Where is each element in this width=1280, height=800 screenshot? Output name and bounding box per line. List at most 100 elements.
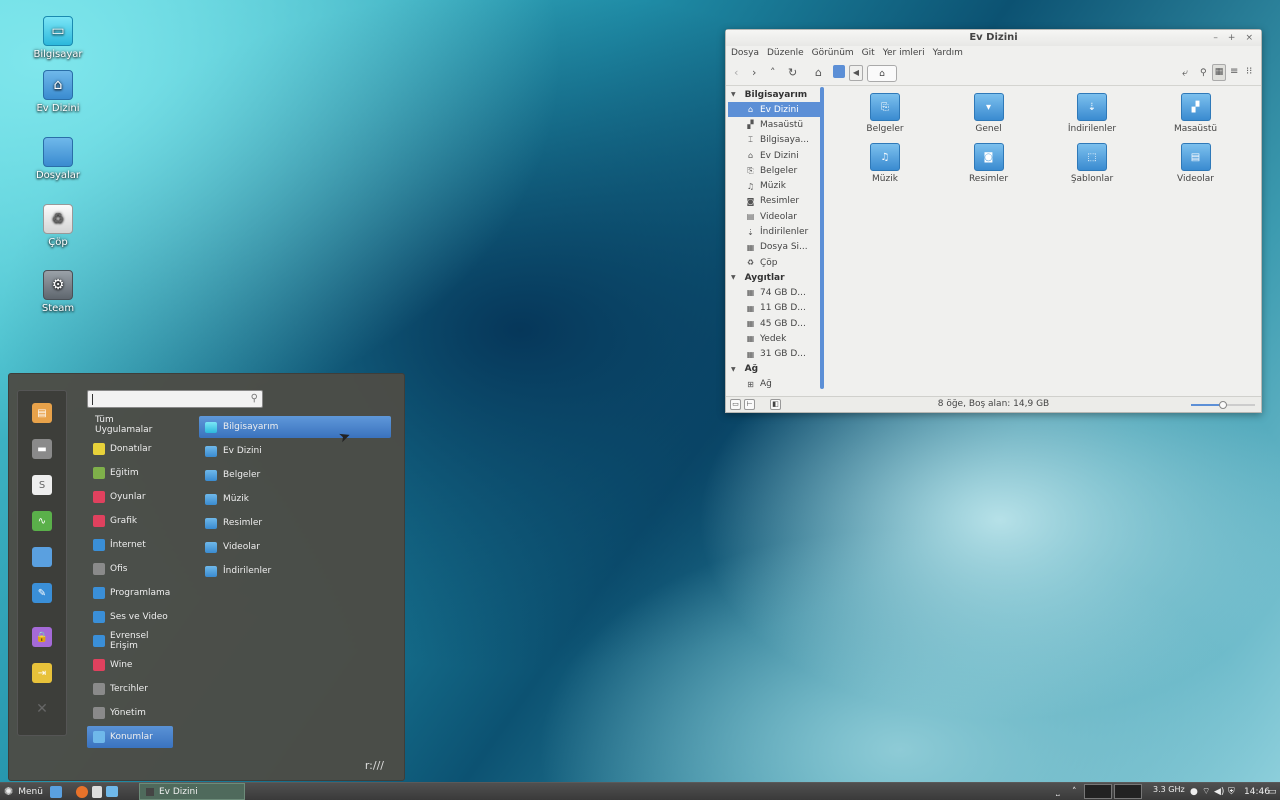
sidebar-item[interactable]: ⎘ Belgeler	[728, 163, 824, 178]
sidebar-scrollbar[interactable]	[820, 87, 824, 389]
menu-go[interactable]: Git	[862, 46, 875, 60]
category-item[interactable]: Oyunlar	[87, 486, 173, 508]
zoom-slider-knob[interactable]	[1219, 401, 1227, 409]
category-item[interactable]: İnternet	[87, 534, 173, 556]
notifications-icon[interactable]: ▭	[1268, 783, 1277, 800]
category-item[interactable]: Eğitim	[87, 462, 173, 484]
desktop-icon-trash[interactable]: ♻ Çöp	[22, 204, 94, 248]
window-titlebar[interactable]: Ev Dizini – + ×	[726, 30, 1261, 46]
quit-icon[interactable]: ✕	[32, 699, 52, 719]
category-item[interactable]: Evrensel Erişim	[87, 630, 173, 652]
category-item[interactable]: Ses ve Video	[87, 606, 173, 628]
minimize-button[interactable]: –	[1213, 30, 1218, 46]
back-icon[interactable]: ‹	[734, 66, 738, 79]
tray-up-icon[interactable]: ˄	[1072, 783, 1077, 800]
terminal-icon[interactable]: ⤶	[1182, 66, 1188, 80]
file-item[interactable]: ⬚ Şablonlar	[1052, 143, 1132, 184]
sidebar-item[interactable]: ▦ Dosya Si...	[728, 240, 824, 255]
search-icon[interactable]: ⚲	[1200, 68, 1207, 78]
desktop-icon-steam[interactable]: ⚙ Steam	[22, 270, 94, 314]
category-item[interactable]: Tüm Uygulamalar	[87, 414, 173, 436]
sidebar-item[interactable]: ⊞ Ağ	[728, 377, 824, 392]
notes-icon[interactable]: ✎	[32, 583, 52, 603]
file-item[interactable]: ▞ Masaüstü	[1156, 93, 1236, 134]
file-item[interactable]: ⎘ Belgeler	[845, 93, 925, 134]
path-left-icon[interactable]: ◀	[849, 65, 863, 81]
sidebar-item[interactable]: ▦ 11 GB D...	[728, 301, 824, 316]
show-places-icon[interactable]: ▭	[730, 399, 741, 410]
menu-bookmarks[interactable]: Yer imleri	[883, 46, 925, 60]
drive-icon[interactable]: ▬	[32, 439, 52, 459]
lock-icon[interactable]: 🔒	[32, 627, 52, 647]
category-item[interactable]: Yönetim	[87, 702, 173, 724]
text-editor-icon[interactable]: S	[32, 475, 52, 495]
place-item[interactable]: Resimler	[199, 512, 391, 534]
show-tree-icon[interactable]: ⊢	[744, 399, 755, 410]
network-icon[interactable]: ⌔	[1202, 783, 1210, 800]
place-item[interactable]: Müzik	[199, 488, 391, 510]
place-item[interactable]: Ev Dizini	[199, 440, 391, 462]
menu-file[interactable]: Dosya	[731, 46, 759, 60]
volume-icon[interactable]: ◀)	[1214, 783, 1224, 800]
sidebar-item[interactable]: ▦ 74 GB D...	[728, 285, 824, 300]
archive-icon[interactable]: ▤	[32, 403, 52, 423]
sidebar-item[interactable]: ▦ Yedek	[728, 331, 824, 346]
sidebar-item[interactable]: ▦ 31 GB D...	[728, 346, 824, 361]
clock[interactable]: 14:46	[1244, 783, 1270, 800]
category-item[interactable]: Wine	[87, 654, 173, 676]
path-home-button[interactable]: ⌂	[867, 65, 897, 82]
sidebar-section-header[interactable]: ▼ Aygıtlar	[728, 270, 824, 285]
file-item[interactable]: ◙ Resimler	[949, 143, 1029, 184]
place-item[interactable]: Bilgisayarım	[199, 416, 391, 438]
zoom-slider[interactable]	[1191, 401, 1255, 409]
update-shield-icon[interactable]: ⛨	[1228, 783, 1235, 800]
category-item[interactable]: Programlama	[87, 582, 173, 604]
menu-edit[interactable]: Düzenle	[767, 46, 804, 60]
menu-button[interactable]: ✺ Menü	[4, 783, 43, 800]
place-item[interactable]: İndirilenler	[199, 560, 391, 582]
category-item[interactable]: Grafik	[87, 510, 173, 532]
menu-help[interactable]: Yardım	[933, 46, 963, 60]
reload-icon[interactable]: ↻	[788, 66, 797, 79]
category-item[interactable]: Ofis	[87, 558, 173, 580]
up-icon[interactable]: ˄	[770, 66, 776, 79]
desktop-icon-home[interactable]: ⌂ Ev Dizini	[22, 70, 94, 114]
category-item[interactable]: Donatılar	[87, 438, 173, 460]
icon-view-button[interactable]: ▦	[1212, 64, 1226, 81]
maximize-button[interactable]: +	[1228, 30, 1236, 46]
sidebar-item[interactable]: ♻ Çöp	[728, 255, 824, 270]
file-item[interactable]: ♫ Müzik	[845, 143, 925, 184]
show-desktop-launcher[interactable]	[50, 783, 62, 800]
sidebar-item[interactable]: ⌂ Ev Dizini	[728, 102, 824, 118]
sidebar-item[interactable]: ▞ Masaüstü	[728, 117, 824, 132]
compact-view-icon[interactable]: ⁝⁝	[1246, 66, 1252, 77]
sidebar-item[interactable]: ⇣ İndirilenler	[728, 224, 824, 239]
forward-icon[interactable]: ›	[752, 66, 756, 79]
category-item[interactable]: Konumlar	[87, 726, 173, 748]
home-icon[interactable]: ⌂	[815, 66, 822, 79]
system-monitor-icon[interactable]: ∿	[32, 511, 52, 531]
file-item[interactable]: ⇣ İndirilenler	[1052, 93, 1132, 134]
desktop-icon-files[interactable]: Dosyalar	[22, 137, 94, 181]
list-view-icon[interactable]: ≡	[1230, 66, 1238, 77]
file-item[interactable]: ▾ Genel	[949, 93, 1029, 134]
computer-icon[interactable]	[833, 65, 845, 78]
menu-view[interactable]: Görünüm	[812, 46, 854, 60]
close-button[interactable]: ×	[1245, 30, 1253, 46]
sidebar-section-header[interactable]: ▼ Ağ	[728, 362, 824, 377]
sidebar-section-header[interactable]: ▼ Bilgisayarım	[728, 87, 824, 102]
place-item[interactable]: Belgeler	[199, 464, 391, 486]
user-icon[interactable]: ●	[1190, 783, 1198, 800]
sidebar-item[interactable]: ▦ 45 GB D...	[728, 316, 824, 331]
file-item[interactable]: ▤ Videolar	[1156, 143, 1236, 184]
firefox-launcher[interactable]	[76, 783, 88, 800]
taskbar-item-ev-dizini[interactable]: Ev Dizini	[139, 783, 245, 800]
logout-icon[interactable]: ⇥	[32, 663, 52, 683]
sidebar-item[interactable]: ▤ Videolar	[728, 209, 824, 224]
terminal-launcher[interactable]	[92, 783, 102, 800]
files-icon[interactable]	[32, 547, 52, 567]
desktop-icon-computer[interactable]: ▭ Bilgisayar	[22, 16, 94, 60]
category-item[interactable]: Tercihler	[87, 678, 173, 700]
sidebar-item[interactable]: ⌶ Bilgisaya...	[728, 133, 824, 148]
place-item[interactable]: Videolar	[199, 536, 391, 558]
